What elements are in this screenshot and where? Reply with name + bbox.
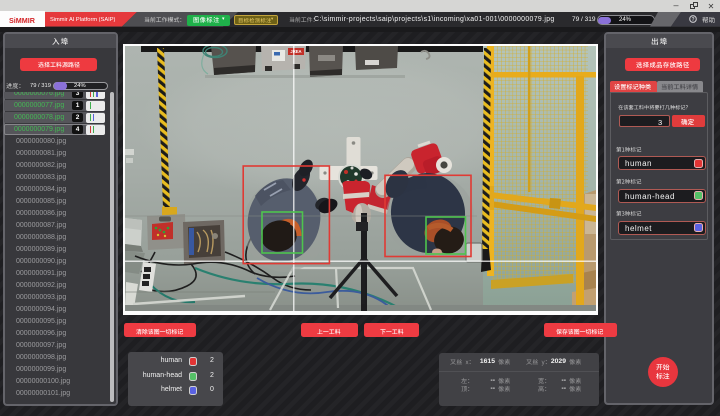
svg-text:JREA: JREA (290, 49, 301, 54)
svg-text:?: ? (691, 17, 694, 23)
